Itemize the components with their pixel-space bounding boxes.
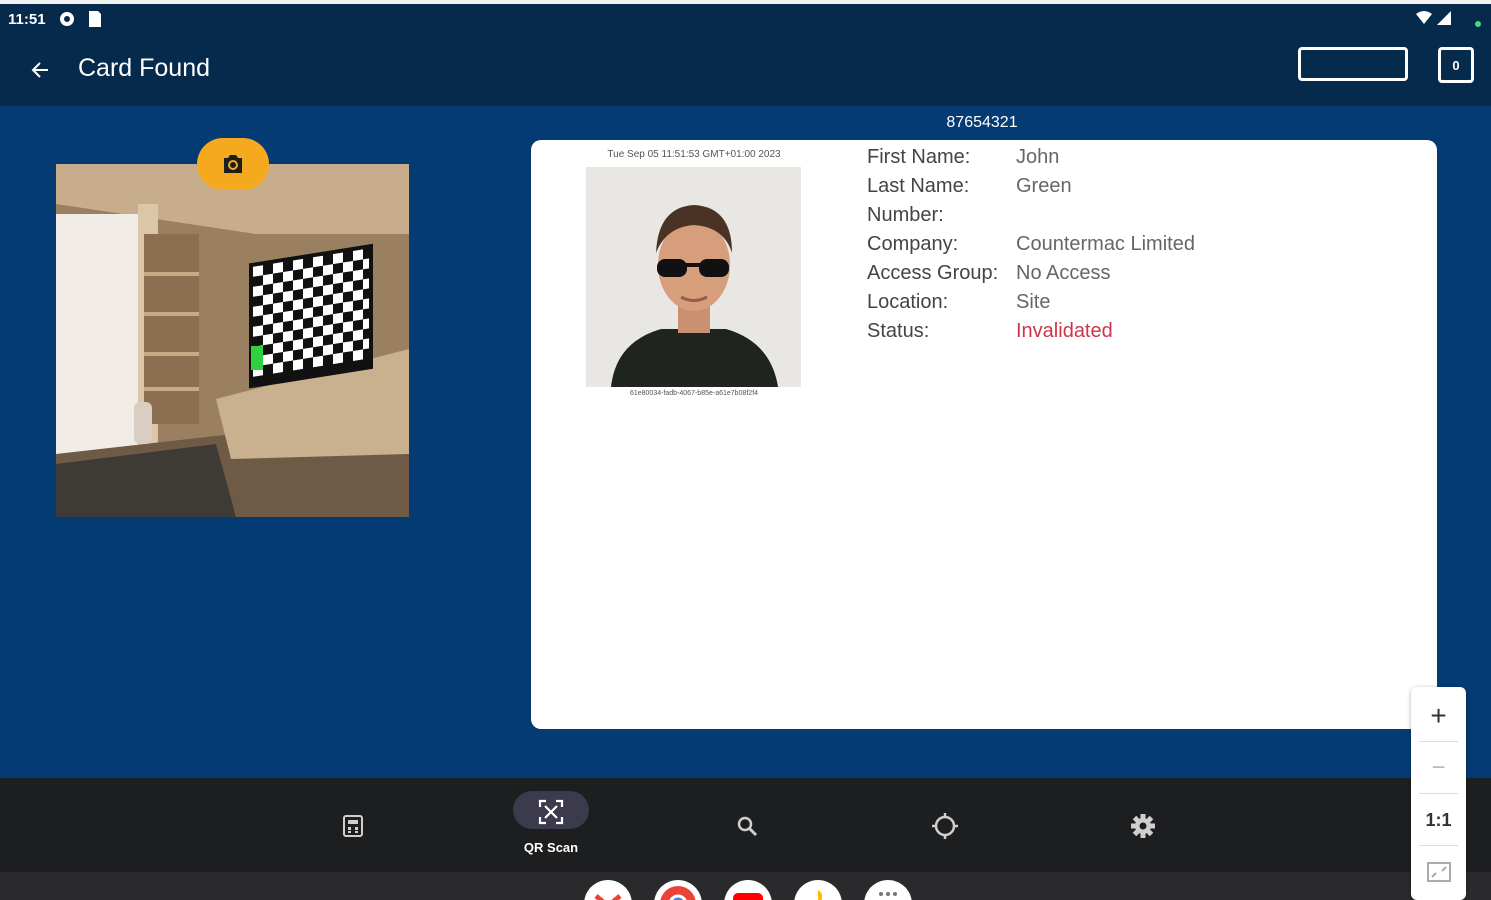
number-label: Number: bbox=[867, 204, 944, 226]
dock-app-gmail[interactable] bbox=[584, 880, 632, 900]
zoom-out-button[interactable]: − bbox=[1411, 743, 1466, 793]
first-name-label: First Name: bbox=[867, 146, 971, 168]
zoom-ratio-button[interactable]: 1:1 bbox=[1411, 795, 1466, 845]
nav-item-qr-scan[interactable]: QR Scan bbox=[501, 778, 601, 872]
chrome-icon bbox=[660, 886, 696, 900]
access-group-value: No Access bbox=[1016, 262, 1111, 284]
camera-preview bbox=[56, 164, 409, 517]
nav-item-settings[interactable] bbox=[1093, 778, 1193, 872]
youtube-icon bbox=[733, 893, 763, 900]
fit-screen-icon bbox=[1426, 862, 1451, 882]
dock-app-chrome[interactable] bbox=[654, 880, 702, 900]
status-label: Status: bbox=[867, 320, 930, 342]
status-time: 11:51 bbox=[8, 11, 46, 28]
capture-photo-button[interactable] bbox=[197, 138, 269, 190]
fit-screen-button[interactable] bbox=[1411, 847, 1466, 897]
gear-icon bbox=[1125, 808, 1161, 844]
zoom-divider bbox=[1419, 845, 1458, 846]
battery-indicator-icon bbox=[1474, 15, 1482, 33]
location-value: Site bbox=[1016, 291, 1051, 313]
settings-status-icon bbox=[58, 10, 76, 33]
dock-app-youtube[interactable] bbox=[724, 880, 772, 900]
calculator-icon bbox=[335, 808, 371, 844]
back-arrow-icon bbox=[31, 62, 48, 78]
last-name-value: Green bbox=[1016, 175, 1072, 197]
zoom-divider bbox=[1419, 741, 1458, 742]
top-action-button[interactable] bbox=[1298, 47, 1408, 81]
gmail-icon bbox=[594, 894, 622, 900]
dock-app-photos[interactable] bbox=[794, 880, 842, 900]
page-title: Card Found bbox=[78, 54, 211, 82]
sd-card-icon bbox=[86, 10, 102, 33]
locate-icon bbox=[927, 808, 963, 844]
qr-scan-icon bbox=[533, 794, 569, 830]
search-icon bbox=[729, 808, 765, 844]
nav-label-qr-scan: QR Scan bbox=[523, 840, 579, 855]
status-value: Invalidated bbox=[1016, 320, 1113, 342]
status-bar: 11:51 bbox=[0, 0, 1491, 34]
camera-icon bbox=[224, 155, 242, 173]
nav-item-locate[interactable] bbox=[895, 778, 995, 872]
bottom-navigation bbox=[0, 778, 1491, 872]
access-group-label: Access Group: bbox=[867, 262, 999, 284]
company-value: Countermac Limited bbox=[1016, 233, 1195, 255]
back-button[interactable] bbox=[20, 50, 60, 90]
location-label: Location: bbox=[867, 291, 949, 313]
photo-timestamp: Tue Sep 05 11:51:53 GMT+01:00 2023 bbox=[607, 149, 781, 160]
nav-item-search[interactable] bbox=[697, 778, 797, 872]
photo-id: 61e80034-fadb-4067-b85e-a61e7b08f2f4 bbox=[629, 390, 759, 397]
dock-app-drawer[interactable] bbox=[864, 880, 912, 900]
zoom-in-button[interactable]: + bbox=[1411, 691, 1466, 741]
last-name-label: Last Name: bbox=[867, 175, 970, 197]
app-drawer-icon bbox=[879, 892, 897, 896]
counter-badge[interactable]: 0 bbox=[1438, 47, 1474, 83]
card-number: 87654321 bbox=[946, 114, 1018, 131]
cardholder-photo bbox=[586, 167, 801, 387]
wifi-icon bbox=[1415, 10, 1433, 31]
company-label: Company: bbox=[867, 233, 959, 255]
nav-item-calculator[interactable] bbox=[303, 778, 403, 872]
photos-icon bbox=[818, 890, 826, 900]
first-name-value: John bbox=[1016, 146, 1060, 168]
zoom-divider bbox=[1419, 793, 1458, 794]
zoom-controls: + − 1:1 bbox=[1411, 687, 1466, 900]
signal-icon bbox=[1436, 10, 1452, 31]
app-bar: Card Found 0 bbox=[0, 34, 1491, 106]
